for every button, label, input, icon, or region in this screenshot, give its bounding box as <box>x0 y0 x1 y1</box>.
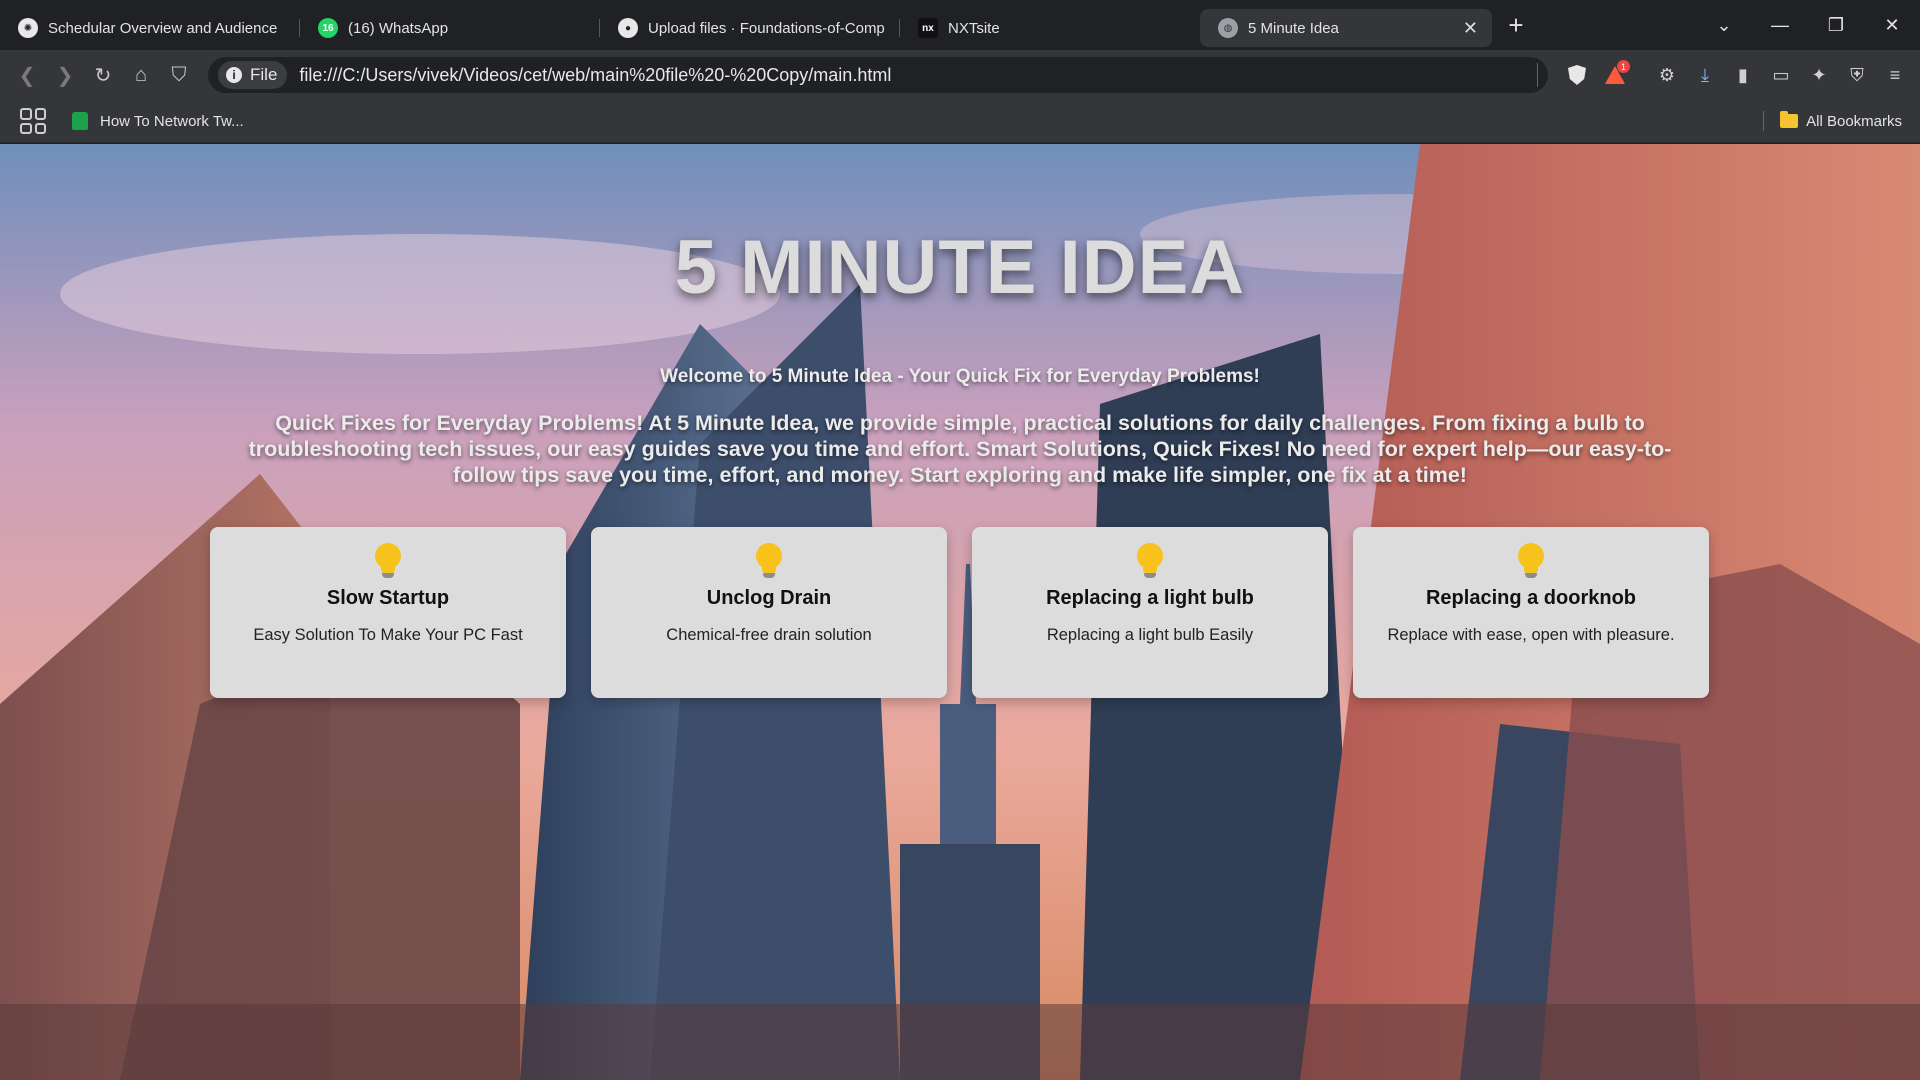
home-button[interactable]: ⌂ <box>122 56 160 94</box>
all-bookmarks[interactable]: All Bookmarks <box>1763 111 1902 131</box>
nxt-icon: nx <box>918 18 938 38</box>
page-title: 5 MINUTE IDEA <box>674 225 1246 310</box>
bookmarks-bar: How To Network Tw... All Bookmarks <box>0 100 1920 143</box>
light-bulb-icon <box>756 543 782 579</box>
forward-button[interactable]: ❯ <box>46 56 84 94</box>
card-slow-startup[interactable]: Slow Startup Easy Solution To Make Your … <box>210 527 566 698</box>
toolbar-icons: 1 ⚙ ⤓ ▮ ▭ ✦ ⛨ ≡ <box>1558 56 1914 94</box>
tab-label: NXTsite <box>948 19 1000 37</box>
bookmarks-divider <box>1763 111 1765 131</box>
tab-strip: ✺ Schedular Overview and Audience 16 (16… <box>0 0 1920 50</box>
card-replacing-light-bulb[interactable]: Replacing a light bulb Replacing a light… <box>972 527 1328 698</box>
close-tab-icon[interactable]: ✕ <box>1453 18 1478 39</box>
menu-icon[interactable]: ≡ <box>1876 56 1914 94</box>
info-icon: i <box>226 67 242 83</box>
tab-github-upload[interactable]: ● Upload files · Foundations-of-Comp <box>600 9 900 47</box>
bookmark-label: How To Network Tw... <box>100 112 244 130</box>
window-controls: ⌄ — ❐ ✕ <box>1696 0 1920 50</box>
wallet-icon[interactable]: ▭ <box>1762 56 1800 94</box>
card-description: Replacing a light bulb Easily <box>1046 626 1254 644</box>
site-info-label: File <box>250 65 278 84</box>
download-icon[interactable]: ⤓ <box>1686 56 1724 94</box>
idea-cards: Slow Startup Easy Solution To Make Your … <box>210 527 1710 698</box>
tab-schedular[interactable]: ✺ Schedular Overview and Audience <box>0 9 300 47</box>
card-title: Replacing a doorknob <box>1425 587 1637 609</box>
brave-shields-icon[interactable] <box>1558 56 1596 94</box>
minimize-button[interactable]: — <box>1752 15 1808 36</box>
address-bar[interactable]: i File file:///C:/Users/vivek/Videos/cet… <box>208 57 1548 93</box>
web-page: 5 MINUTE IDEA Welcome to 5 Minute Idea -… <box>0 144 1920 1080</box>
all-bookmarks-label: All Bookmarks <box>1806 112 1902 130</box>
light-bulb-icon <box>1137 543 1163 579</box>
card-title: Slow Startup <box>326 587 450 609</box>
tab-label: (16) WhatsApp <box>348 19 449 37</box>
github-icon: ● <box>618 18 638 38</box>
sidebar-icon[interactable]: ▮ <box>1724 56 1762 94</box>
intro-paragraph: Quick Fixes for Everyday Problems! At 5 … <box>248 411 1672 487</box>
card-description: Easy Solution To Make Your PC Fast <box>253 626 523 644</box>
address-divider <box>1537 63 1538 87</box>
back-button[interactable]: ❮ <box>8 56 46 94</box>
url-text[interactable]: file:///C:/Users/vivek/Videos/cet/web/ma… <box>299 65 891 86</box>
leo-ai-icon[interactable]: ✦ <box>1800 56 1838 94</box>
light-bulb-icon <box>375 543 401 579</box>
tab-whatsapp[interactable]: 16 (16) WhatsApp <box>300 9 600 47</box>
card-title: Replacing a light bulb <box>1046 587 1254 609</box>
welcome-heading: Welcome to 5 Minute Idea - Your Quick Fi… <box>660 366 1260 387</box>
card-description: Chemical-free drain solution <box>666 626 872 644</box>
bookmark-page-button[interactable]: ⛉ <box>160 56 198 94</box>
openai-icon: ✺ <box>18 18 38 38</box>
extensions-icon[interactable]: ⚙ <box>1648 56 1686 94</box>
folder-icon <box>1780 111 1799 128</box>
whatsapp-icon: 16 <box>318 18 338 38</box>
browser-toolbar: ❮ ❯ ↻ ⌂ ⛉ i File file:///C:/Users/vivek/… <box>0 50 1920 100</box>
new-tab-button[interactable]: + <box>1496 5 1536 45</box>
tab-nxtsite[interactable]: nx NXTsite <box>900 9 1200 47</box>
apps-grid-icon[interactable] <box>20 108 46 134</box>
tab-label: Schedular Overview and Audience <box>48 19 278 37</box>
close-window-button[interactable]: ✕ <box>1864 15 1920 36</box>
page-content: 5 MINUTE IDEA Welcome to 5 Minute Idea -… <box>0 144 1920 1080</box>
card-unclog-drain[interactable]: Unclog Drain Chemical-free drain solutio… <box>591 527 947 698</box>
tab-5-minute-idea[interactable]: ◍ 5 Minute Idea ✕ <box>1200 9 1492 47</box>
bookmark-favicon-icon <box>72 112 88 130</box>
reload-button[interactable]: ↻ <box>84 56 122 94</box>
globe-icon: ◍ <box>1218 18 1238 38</box>
tab-label: 5 Minute Idea <box>1248 19 1339 37</box>
vpn-icon[interactable]: ⛨ <box>1838 56 1876 94</box>
tab-search-chevron-icon[interactable]: ⌄ <box>1696 15 1752 36</box>
tab-label: Upload files · Foundations-of-Comp <box>648 19 885 37</box>
light-bulb-icon <box>1518 543 1544 579</box>
bookmark-item[interactable]: How To Network Tw... <box>72 112 244 130</box>
site-info-chip[interactable]: i File <box>218 61 288 89</box>
brave-rewards-icon[interactable]: 1 <box>1596 56 1634 94</box>
restore-button[interactable]: ❐ <box>1808 15 1864 36</box>
notification-badge: 1 <box>1617 60 1630 73</box>
card-replacing-doorknob[interactable]: Replacing a doorknob Replace with ease, … <box>1353 527 1709 698</box>
card-description: Replace with ease, open with pleasure. <box>1387 626 1675 644</box>
card-title: Unclog Drain <box>706 587 832 609</box>
